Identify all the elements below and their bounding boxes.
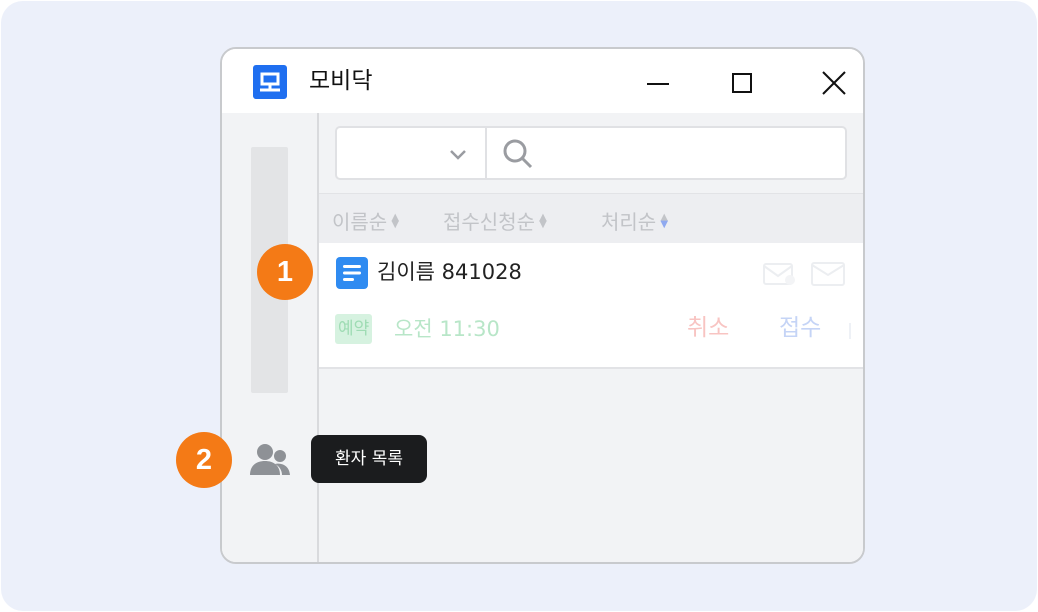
patient-list-item[interactable]: 김이름 841028 예약 오전 11:30 취소 접수 <box>319 243 863 369</box>
close-button[interactable] <box>814 63 854 103</box>
search-bar <box>335 126 847 180</box>
sort-by-processed[interactable]: 처리순 ▲ ▼ <box>601 206 669 235</box>
step-badge-2: 2 <box>176 432 232 488</box>
minimize-icon <box>647 83 669 85</box>
sort-by-received[interactable]: 접수신청순 ▲ ▼ <box>443 206 548 235</box>
accept-button[interactable]: 접수 <box>779 311 821 345</box>
title-bar: 모비닥 <box>222 49 863 115</box>
sidebar <box>222 113 319 562</box>
patients-tooltip: 환자 목록 <box>311 435 427 483</box>
background-stage: 모비닥 이름순 ▲ ▼ 접수신청순 ▲ ▼ 처리순 ▲ ▼ 김이름 841028… <box>1 1 1037 611</box>
search-icon <box>503 139 533 169</box>
maximize-icon <box>732 73 752 93</box>
message-icon[interactable] <box>763 261 797 287</box>
step-badge-1: 1 <box>257 244 313 300</box>
reservation-time: 오전 11:30 <box>394 317 500 341</box>
sort-options: 이름순 ▲ ▼ 접수신청순 ▲ ▼ 처리순 ▲ ▼ <box>319 193 863 244</box>
maximize-button[interactable] <box>722 63 762 103</box>
search-input[interactable] <box>547 136 841 172</box>
sort-by-name-label: 이름순 <box>332 210 388 234</box>
filter-select[interactable] <box>337 128 487 178</box>
users-icon <box>250 444 290 475</box>
action-divider <box>849 323 851 339</box>
sort-arrows-icon: ▲ ▼ <box>660 211 669 230</box>
sort-by-name[interactable]: 이름순 ▲ ▼ <box>332 206 400 235</box>
cancel-button[interactable]: 취소 <box>687 311 729 345</box>
mail-icon[interactable] <box>811 261 845 287</box>
sort-arrows-icon: ▲ ▼ <box>391 211 400 230</box>
minimize-button[interactable] <box>638 63 678 103</box>
patient-name-birth: 김이름 841028 <box>377 260 522 284</box>
document-icon <box>336 257 368 289</box>
sort-by-received-label: 접수신청순 <box>443 210 535 234</box>
sort-arrows-icon: ▲ ▼ <box>539 211 547 230</box>
sidebar-item-patients[interactable] <box>248 441 292 479</box>
mobidoc-logo-icon <box>253 65 287 99</box>
window-title: 모비닥 <box>309 68 373 94</box>
close-icon <box>822 71 846 95</box>
app-window: 모비닥 이름순 ▲ ▼ 접수신청순 ▲ ▼ 처리순 ▲ ▼ 김이름 841028… <box>220 47 865 564</box>
reservation-badge: 예약 <box>335 314 373 344</box>
main-panel: 이름순 ▲ ▼ 접수신청순 ▲ ▼ 처리순 ▲ ▼ 김이름 841028 예약 … <box>319 113 863 562</box>
sort-by-processed-label: 처리순 <box>601 210 657 234</box>
chevron-down-icon <box>450 150 466 160</box>
